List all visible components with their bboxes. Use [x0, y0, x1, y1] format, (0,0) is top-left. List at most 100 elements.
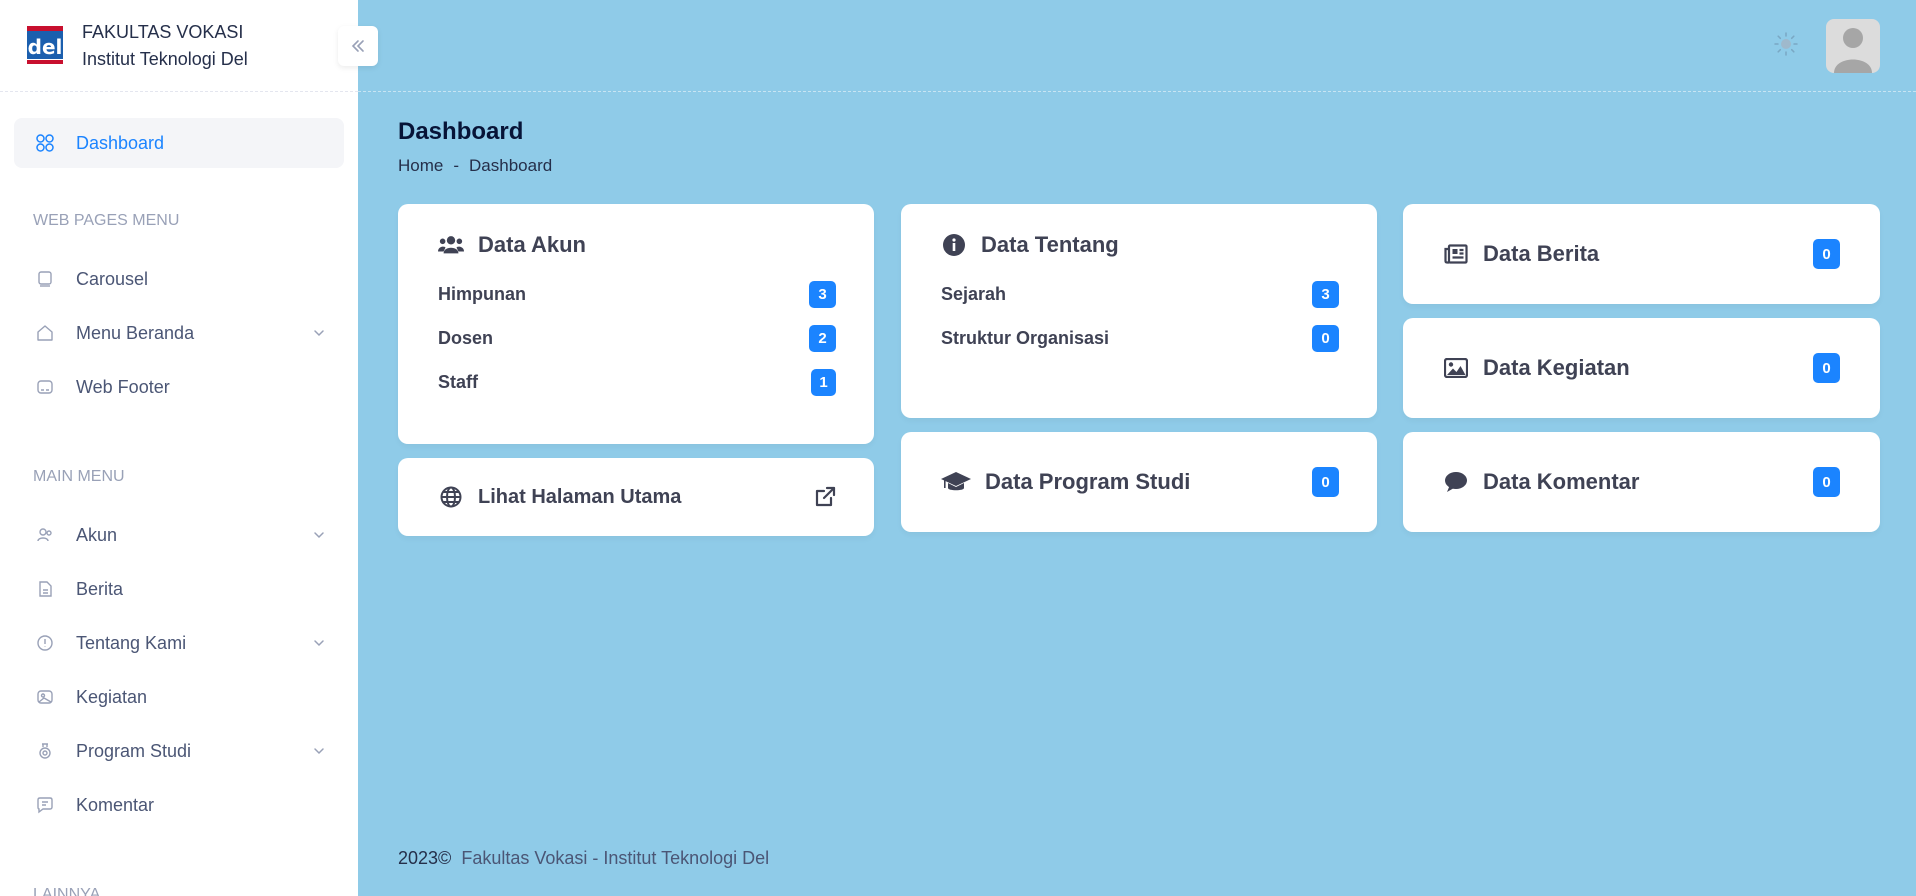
sidebar: del FAKULTAS VOKASI Institut Teknologi D…: [0, 0, 378, 896]
chevron-down-icon: [314, 532, 324, 539]
card-title-text: Data Akun: [478, 232, 586, 257]
comment-icon: [34, 794, 56, 816]
card-title: Data Tentang: [941, 232, 1339, 258]
globe-icon: [438, 484, 464, 510]
document-icon: [34, 578, 56, 600]
newspaper-icon: [1443, 241, 1469, 267]
card-title: Data Kegiatan: [1443, 355, 1630, 381]
sidebar-item-label: Menu Beranda: [76, 322, 195, 343]
sidebar-item-program-studi[interactable]: Program Studi: [14, 726, 344, 776]
users-icon: [34, 524, 56, 546]
list-item[interactable]: Staff 1: [438, 360, 836, 404]
row-label: Himpunan: [438, 283, 526, 304]
graduation-cap-icon: [941, 469, 971, 495]
sidebar-item-label: Berita: [76, 578, 124, 599]
del-logo[interactable]: del: [26, 23, 64, 68]
sidebar-item-label: Web Footer: [76, 376, 170, 397]
sidebar-item-label: Komentar: [76, 794, 155, 815]
breadcrumb: Home - Dashboard: [398, 156, 552, 176]
section-web-pages-menu: WEB PAGES MENU: [33, 212, 180, 229]
footer-icon: [34, 376, 56, 398]
footer-year: 2023©: [398, 848, 452, 868]
count-badge: 0: [1312, 324, 1339, 352]
sun-icon: [1774, 32, 1798, 56]
sidebar-item-label: Kegiatan: [76, 686, 148, 707]
info-icon: [34, 632, 56, 654]
card-data-komentar[interactable]: Data Komentar 0: [1403, 432, 1880, 532]
count-badge: 2: [809, 324, 836, 352]
list-item[interactable]: Dosen 2: [438, 316, 836, 360]
info-circle-icon: [941, 232, 967, 258]
card-title-text: Data Berita: [1483, 241, 1600, 266]
sidebar-item-komentar[interactable]: Komentar: [14, 780, 344, 830]
card-data-kegiatan[interactable]: Data Kegiatan 0: [1403, 318, 1880, 418]
page-title: Dashboard: [398, 118, 524, 145]
carousel-icon: [34, 268, 56, 290]
row-label: Sejarah: [941, 283, 1007, 304]
card-title: Lihat Halaman Utama: [438, 484, 681, 510]
count-badge: 0: [1312, 467, 1339, 497]
chevron-down-icon: [314, 640, 324, 647]
theme-toggle-button[interactable]: [1770, 28, 1802, 60]
dashboard-grid-icon: [34, 132, 56, 154]
count-badge: 0: [1813, 239, 1840, 269]
card-data-berita[interactable]: Data Berita 0: [1403, 204, 1880, 304]
count-badge: 1: [811, 368, 836, 396]
brand-title: FAKULTAS VOKASI Institut Teknologi Del: [82, 19, 248, 73]
chevron-down-icon: [314, 748, 324, 755]
count-badge: 0: [1813, 467, 1840, 497]
card-title-text: Data Kegiatan: [1483, 355, 1630, 380]
sidebar-item-menu-beranda[interactable]: Menu Beranda: [14, 308, 344, 358]
brand-line-2: Institut Teknologi Del: [82, 48, 248, 69]
count-badge: 3: [1312, 280, 1339, 308]
card-data-program-studi[interactable]: Data Program Studi 0: [901, 432, 1377, 532]
card-title: Data Berita: [1443, 241, 1599, 267]
user-avatar[interactable]: [1826, 19, 1880, 73]
card-title-text: Lihat Halaman Utama: [478, 485, 682, 508]
card-title-text: Data Tentang: [981, 232, 1119, 257]
card-data-tentang: Data Tentang Sejarah 3 Struktur Organisa…: [901, 204, 1377, 418]
top-header: [358, 0, 1916, 92]
sidebar-item-label: Akun: [76, 524, 118, 545]
user-placeholder-icon: [1834, 28, 1872, 73]
sidebar-item-label: Tentang Kami: [76, 632, 187, 653]
row-label: Dosen: [438, 327, 494, 348]
breadcrumb-home[interactable]: Home: [398, 156, 443, 176]
external-link-icon[interactable]: [814, 486, 836, 508]
sidebar-item-label: Program Studi: [76, 740, 192, 761]
list-item[interactable]: Struktur Organisasi 0: [941, 316, 1339, 360]
footer-text[interactable]: Fakultas Vokasi - Institut Teknologi Del: [461, 848, 769, 868]
page-footer: 2023© Fakultas Vokasi - Institut Teknolo…: [398, 848, 769, 869]
page-toolbar: Dashboard Home - Dashboard: [398, 118, 552, 176]
comment-icon: [1443, 469, 1469, 495]
card-title-text: Data Komentar: [1483, 469, 1640, 494]
count-badge: 3: [809, 280, 836, 308]
chevron-down-icon: [314, 330, 324, 337]
home-icon: [34, 322, 56, 344]
sidebar-item-akun[interactable]: Akun: [14, 510, 344, 560]
study-icon: [34, 740, 56, 762]
card-lihat-halaman-utama[interactable]: Lihat Halaman Utama: [398, 458, 874, 536]
sidebar-item-web-footer[interactable]: Web Footer: [14, 362, 344, 412]
card-data-akun: Data Akun Himpunan 3 Dosen 2 Staff 1: [398, 204, 874, 444]
image-icon: [34, 686, 56, 708]
card-title: Data Akun: [438, 232, 836, 258]
sidebar-item-kegiatan[interactable]: Kegiatan: [14, 672, 344, 722]
users-icon: [438, 232, 464, 258]
card-title: Data Program Studi: [941, 469, 1190, 495]
sidebar-item-label: Dashboard: [76, 132, 165, 153]
row-label: Struktur Organisasi: [941, 327, 1110, 348]
sidebar-item-dashboard[interactable]: Dashboard: [14, 118, 344, 168]
sidebar-item-tentang-kami[interactable]: Tentang Kami: [14, 618, 344, 668]
breadcrumb-current: Dashboard: [469, 156, 553, 175]
sidebar-item-carousel[interactable]: Carousel: [14, 254, 344, 304]
card-title: Data Komentar: [1443, 469, 1639, 495]
brand: del FAKULTAS VOKASI Institut Teknologi D…: [0, 0, 378, 92]
list-item[interactable]: Sejarah 3: [941, 272, 1339, 316]
brand-line-1: FAKULTAS VOKASI: [82, 21, 244, 42]
breadcrumb-separator: -: [453, 156, 460, 175]
count-badge: 0: [1813, 353, 1840, 383]
sidebar-item-berita[interactable]: Berita: [14, 564, 344, 614]
list-item[interactable]: Himpunan 3: [438, 272, 836, 316]
section-lainnya: LAINNYA: [33, 886, 101, 896]
